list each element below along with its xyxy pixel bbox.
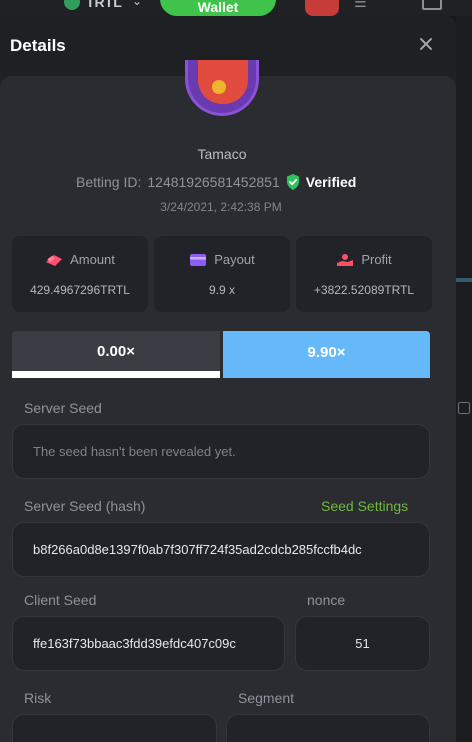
wallet-button[interactable]: Wallet bbox=[160, 0, 276, 16]
top-app-bar: TRTL ⌄ Wallet ☰ bbox=[0, 0, 472, 16]
turtlecoin-icon bbox=[64, 0, 80, 10]
avatar bbox=[185, 60, 259, 116]
payout-value: 9.9 x bbox=[208, 283, 235, 297]
server-seed-label: Server Seed bbox=[24, 400, 102, 416]
multiplier-right: 9.90× bbox=[223, 331, 430, 378]
multiplier-bar: 0.00× 9.90× bbox=[12, 331, 430, 378]
profit-label: Profit bbox=[361, 252, 392, 267]
multiplier-left: 0.00× bbox=[12, 331, 220, 378]
multiplier-left-value: 0.00× bbox=[97, 343, 135, 360]
amount-card: Amount 429.4967296TRTL bbox=[12, 236, 148, 312]
segment-label: Segment bbox=[238, 690, 295, 706]
profit-icon bbox=[337, 253, 354, 266]
nonce-label: nonce bbox=[307, 592, 346, 608]
modal-title: Details bbox=[10, 36, 66, 55]
betting-id-label: Betting ID: bbox=[76, 174, 142, 190]
mail-icon[interactable] bbox=[422, 0, 442, 10]
keyboard-icon[interactable] bbox=[458, 402, 470, 414]
verified-label: Verified bbox=[305, 174, 357, 190]
verified-shield-icon bbox=[286, 174, 299, 190]
details-panel: Tamaco Betting ID: 12481926581452851 Ver… bbox=[0, 60, 456, 742]
chevron-down-icon[interactable]: ⌄ bbox=[132, 0, 142, 8]
coin-icon bbox=[212, 80, 226, 94]
amount-icon bbox=[46, 254, 63, 266]
betting-id-value: 12481926581452851 bbox=[147, 174, 280, 190]
multiplier-right-value: 9.90× bbox=[307, 344, 346, 361]
segment-field[interactable] bbox=[226, 714, 430, 742]
nonce-field[interactable]: 51 bbox=[295, 616, 430, 671]
seed-settings-link[interactable]: Seed Settings bbox=[321, 498, 408, 514]
payout-card: Payout 9.9 x bbox=[154, 236, 290, 312]
bet-timestamp: 3/24/2021, 2:42:38 PM bbox=[160, 200, 282, 214]
divider bbox=[456, 278, 472, 282]
risk-label: Risk bbox=[24, 690, 52, 706]
server-seed-hash-field[interactable]: b8f266a0d8e1397f0ab7f307ff724f35ad2cdcb2… bbox=[12, 522, 430, 577]
client-seed-field[interactable]: ffe163f73bbaac3fdd39efdc407c09c bbox=[12, 616, 285, 671]
payout-label: Payout bbox=[214, 252, 255, 267]
server-seed-hash-label: Server Seed (hash) bbox=[24, 498, 146, 514]
username: Tamaco bbox=[197, 146, 247, 162]
server-seed-field[interactable]: The seed hasn't been revealed yet. bbox=[12, 424, 430, 479]
betting-id-row: Betting ID: 12481926581452851 Verified bbox=[76, 172, 356, 192]
amount-value: 429.4967296TRTL bbox=[30, 283, 130, 297]
avatar[interactable] bbox=[305, 0, 339, 16]
details-modal: Details Tamaco Betting ID: 1248192658145… bbox=[0, 16, 456, 742]
payout-card-icon bbox=[190, 253, 207, 266]
profit-value: +3822.52089TRTL bbox=[313, 283, 415, 297]
client-seed-label: Client Seed bbox=[24, 592, 97, 608]
currency-selector[interactable]: TRTL bbox=[86, 0, 122, 10]
bet-stats: Amount 429.4967296TRTL Payout 9.9 x Prof… bbox=[12, 236, 432, 312]
background-page-edge bbox=[456, 16, 472, 742]
menu-icon[interactable]: ☰ bbox=[354, 0, 367, 11]
multiplier-underline bbox=[12, 371, 220, 378]
risk-field[interactable] bbox=[12, 714, 217, 742]
close-icon[interactable] bbox=[416, 34, 436, 54]
profit-card: Profit +3822.52089TRTL bbox=[296, 236, 432, 312]
amount-label: Amount bbox=[70, 252, 115, 267]
